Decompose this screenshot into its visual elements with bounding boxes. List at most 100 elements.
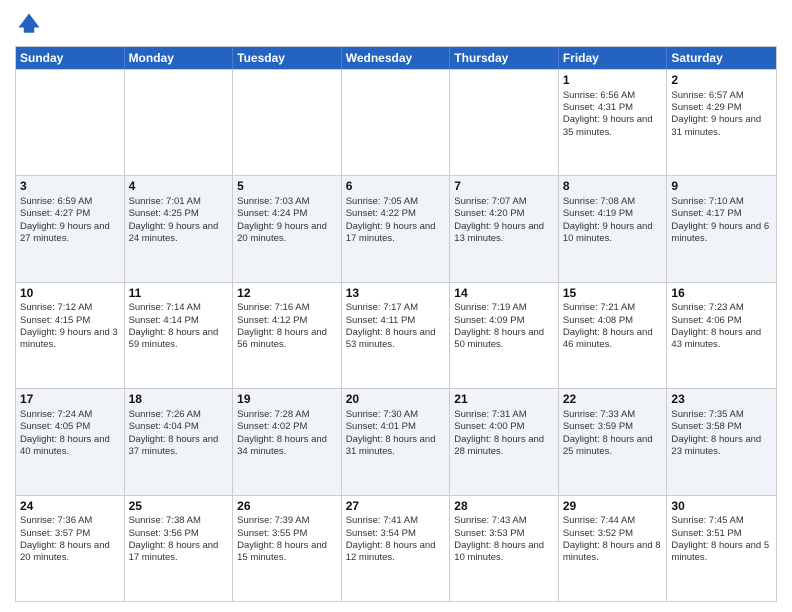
day-info: Sunset: 4:11 PM bbox=[346, 315, 446, 327]
day-number: 24 bbox=[20, 499, 120, 515]
day-number: 8 bbox=[563, 179, 663, 195]
day-info: Sunset: 4:27 PM bbox=[20, 208, 120, 220]
cal-header-cell: Monday bbox=[125, 47, 234, 69]
calendar-cell: 11Sunrise: 7:14 AMSunset: 4:14 PMDayligh… bbox=[125, 283, 234, 388]
day-info: Daylight: 8 hours and 46 minutes. bbox=[563, 327, 663, 352]
day-info: Daylight: 9 hours and 27 minutes. bbox=[20, 221, 120, 246]
calendar-cell: 24Sunrise: 7:36 AMSunset: 3:57 PMDayligh… bbox=[16, 496, 125, 601]
day-info: Sunset: 4:09 PM bbox=[454, 315, 554, 327]
day-info: Sunset: 3:56 PM bbox=[129, 528, 229, 540]
day-info: Daylight: 9 hours and 10 minutes. bbox=[563, 221, 663, 246]
cal-header-cell: Wednesday bbox=[342, 47, 451, 69]
day-number: 27 bbox=[346, 499, 446, 515]
day-info: Sunrise: 7:31 AM bbox=[454, 409, 554, 421]
day-info: Daylight: 8 hours and 50 minutes. bbox=[454, 327, 554, 352]
day-number: 5 bbox=[237, 179, 337, 195]
day-info: Sunrise: 7:12 AM bbox=[20, 302, 120, 314]
day-info: Daylight: 8 hours and 23 minutes. bbox=[671, 434, 772, 459]
day-info: Sunset: 4:29 PM bbox=[671, 102, 772, 114]
day-info: Daylight: 8 hours and 40 minutes. bbox=[20, 434, 120, 459]
day-info: Sunset: 3:59 PM bbox=[563, 421, 663, 433]
day-info: Sunrise: 7:39 AM bbox=[237, 515, 337, 527]
day-info: Sunset: 4:22 PM bbox=[346, 208, 446, 220]
day-info: Sunrise: 7:24 AM bbox=[20, 409, 120, 421]
day-info: Sunset: 4:25 PM bbox=[129, 208, 229, 220]
calendar-cell: 17Sunrise: 7:24 AMSunset: 4:05 PMDayligh… bbox=[16, 389, 125, 494]
day-number: 23 bbox=[671, 392, 772, 408]
day-info: Sunrise: 7:16 AM bbox=[237, 302, 337, 314]
day-info: Daylight: 8 hours and 17 minutes. bbox=[129, 540, 229, 565]
day-info: Daylight: 8 hours and 25 minutes. bbox=[563, 434, 663, 459]
calendar-cell: 18Sunrise: 7:26 AMSunset: 4:04 PMDayligh… bbox=[125, 389, 234, 494]
day-info: Sunrise: 7:44 AM bbox=[563, 515, 663, 527]
day-info: Sunrise: 7:36 AM bbox=[20, 515, 120, 527]
day-info: Daylight: 8 hours and 34 minutes. bbox=[237, 434, 337, 459]
day-info: Sunset: 3:51 PM bbox=[671, 528, 772, 540]
calendar-cell: 6Sunrise: 7:05 AMSunset: 4:22 PMDaylight… bbox=[342, 176, 451, 281]
header bbox=[15, 10, 777, 38]
calendar-row: 1Sunrise: 6:56 AMSunset: 4:31 PMDaylight… bbox=[16, 69, 776, 175]
calendar-header: SundayMondayTuesdayWednesdayThursdayFrid… bbox=[16, 47, 776, 69]
day-info: Daylight: 8 hours and 5 minutes. bbox=[671, 540, 772, 565]
day-info: Sunrise: 7:33 AM bbox=[563, 409, 663, 421]
cal-header-cell: Thursday bbox=[450, 47, 559, 69]
calendar: SundayMondayTuesdayWednesdayThursdayFrid… bbox=[15, 46, 777, 602]
calendar-cell: 21Sunrise: 7:31 AMSunset: 4:00 PMDayligh… bbox=[450, 389, 559, 494]
calendar-cell: 5Sunrise: 7:03 AMSunset: 4:24 PMDaylight… bbox=[233, 176, 342, 281]
day-info: Daylight: 8 hours and 37 minutes. bbox=[129, 434, 229, 459]
day-info: Sunset: 4:20 PM bbox=[454, 208, 554, 220]
day-info: Daylight: 8 hours and 43 minutes. bbox=[671, 327, 772, 352]
day-info: Daylight: 9 hours and 17 minutes. bbox=[346, 221, 446, 246]
day-info: Sunset: 4:19 PM bbox=[563, 208, 663, 220]
logo-icon bbox=[15, 10, 43, 38]
calendar-cell: 16Sunrise: 7:23 AMSunset: 4:06 PMDayligh… bbox=[667, 283, 776, 388]
logo bbox=[15, 10, 47, 38]
day-number: 25 bbox=[129, 499, 229, 515]
day-number: 17 bbox=[20, 392, 120, 408]
day-info: Sunrise: 7:28 AM bbox=[237, 409, 337, 421]
calendar-cell: 9Sunrise: 7:10 AMSunset: 4:17 PMDaylight… bbox=[667, 176, 776, 281]
day-number: 16 bbox=[671, 286, 772, 302]
day-info: Daylight: 8 hours and 20 minutes. bbox=[20, 540, 120, 565]
day-number: 19 bbox=[237, 392, 337, 408]
day-info: Sunrise: 7:05 AM bbox=[346, 196, 446, 208]
day-info: Sunset: 4:31 PM bbox=[563, 102, 663, 114]
day-info: Sunrise: 6:56 AM bbox=[563, 90, 663, 102]
day-info: Sunrise: 7:14 AM bbox=[129, 302, 229, 314]
day-info: Daylight: 9 hours and 20 minutes. bbox=[237, 221, 337, 246]
day-info: Sunrise: 7:45 AM bbox=[671, 515, 772, 527]
day-info: Sunrise: 6:59 AM bbox=[20, 196, 120, 208]
calendar-cell: 30Sunrise: 7:45 AMSunset: 3:51 PMDayligh… bbox=[667, 496, 776, 601]
cal-header-cell: Tuesday bbox=[233, 47, 342, 69]
day-info: Daylight: 8 hours and 59 minutes. bbox=[129, 327, 229, 352]
day-info: Daylight: 9 hours and 3 minutes. bbox=[20, 327, 120, 352]
day-info: Sunset: 4:04 PM bbox=[129, 421, 229, 433]
day-info: Daylight: 8 hours and 8 minutes. bbox=[563, 540, 663, 565]
day-info: Sunrise: 7:07 AM bbox=[454, 196, 554, 208]
calendar-row: 3Sunrise: 6:59 AMSunset: 4:27 PMDaylight… bbox=[16, 175, 776, 281]
calendar-cell: 12Sunrise: 7:16 AMSunset: 4:12 PMDayligh… bbox=[233, 283, 342, 388]
day-info: Sunrise: 7:23 AM bbox=[671, 302, 772, 314]
day-info: Daylight: 8 hours and 31 minutes. bbox=[346, 434, 446, 459]
day-info: Daylight: 9 hours and 31 minutes. bbox=[671, 114, 772, 139]
day-number: 22 bbox=[563, 392, 663, 408]
calendar-cell: 1Sunrise: 6:56 AMSunset: 4:31 PMDaylight… bbox=[559, 70, 668, 175]
day-info: Daylight: 8 hours and 15 minutes. bbox=[237, 540, 337, 565]
calendar-cell: 22Sunrise: 7:33 AMSunset: 3:59 PMDayligh… bbox=[559, 389, 668, 494]
day-info: Daylight: 9 hours and 35 minutes. bbox=[563, 114, 663, 139]
day-number: 4 bbox=[129, 179, 229, 195]
day-info: Daylight: 9 hours and 13 minutes. bbox=[454, 221, 554, 246]
calendar-row: 24Sunrise: 7:36 AMSunset: 3:57 PMDayligh… bbox=[16, 495, 776, 601]
calendar-body: 1Sunrise: 6:56 AMSunset: 4:31 PMDaylight… bbox=[16, 69, 776, 601]
day-info: Sunset: 4:01 PM bbox=[346, 421, 446, 433]
calendar-cell: 7Sunrise: 7:07 AMSunset: 4:20 PMDaylight… bbox=[450, 176, 559, 281]
day-info: Sunset: 3:57 PM bbox=[20, 528, 120, 540]
calendar-row: 10Sunrise: 7:12 AMSunset: 4:15 PMDayligh… bbox=[16, 282, 776, 388]
day-number: 12 bbox=[237, 286, 337, 302]
day-info: Sunset: 4:14 PM bbox=[129, 315, 229, 327]
day-number: 28 bbox=[454, 499, 554, 515]
calendar-cell: 8Sunrise: 7:08 AMSunset: 4:19 PMDaylight… bbox=[559, 176, 668, 281]
day-number: 1 bbox=[563, 73, 663, 89]
day-info: Sunset: 4:17 PM bbox=[671, 208, 772, 220]
day-info: Sunrise: 7:35 AM bbox=[671, 409, 772, 421]
